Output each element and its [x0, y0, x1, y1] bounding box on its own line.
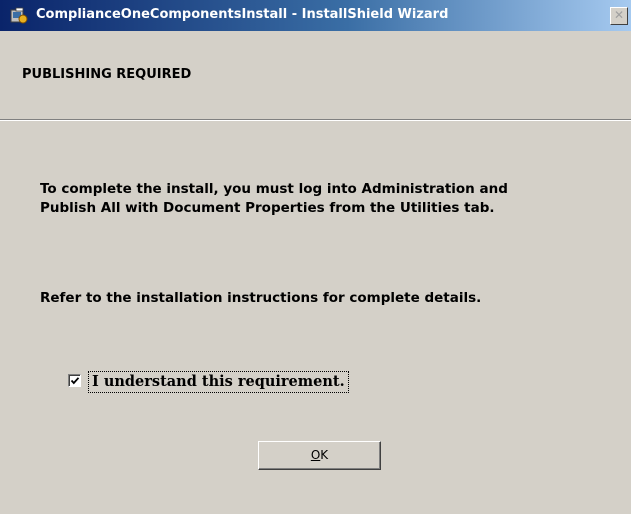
page-title: PUBLISHING REQUIRED — [22, 67, 192, 82]
requirement-checkbox-label[interactable]: I understand this requirement. — [88, 371, 349, 393]
publish-instruction-line2: Publish All with Document Properties fro… — [40, 200, 495, 216]
refer-instructions-text: Refer to the installation instructions f… — [40, 290, 482, 306]
ok-mnemonic: O — [310, 448, 321, 462]
publish-instruction-line1: To complete the install, you must log in… — [40, 181, 508, 197]
header-divider — [0, 119, 631, 121]
window-title: ComplianceOneComponentsInstall - Install… — [36, 7, 449, 22]
checkmark-icon — [70, 377, 80, 385]
installshield-icon — [10, 7, 28, 25]
installshield-dialog: ComplianceOneComponentsInstall - Install… — [0, 0, 631, 514]
requirement-checkbox[interactable] — [68, 374, 81, 387]
title-bar[interactable]: ComplianceOneComponentsInstall - Install… — [0, 0, 631, 31]
ok-button[interactable]: OK — [258, 441, 381, 470]
close-icon[interactable]: ✕ — [610, 7, 628, 25]
dialog-header: PUBLISHING REQUIRED — [0, 31, 631, 119]
ok-label-rest: K — [320, 448, 329, 462]
